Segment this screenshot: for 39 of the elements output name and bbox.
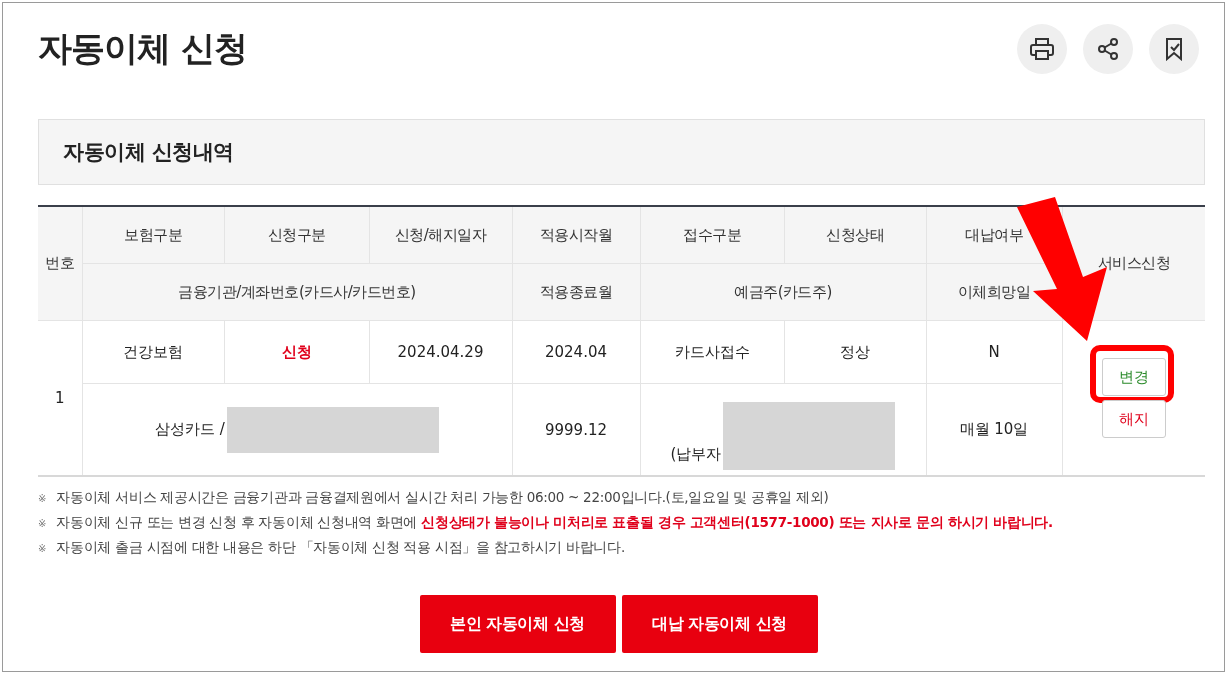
cell-text: 매월 10일 (959, 420, 1029, 439)
cell-text: 삼성카드 / (155, 420, 225, 439)
share-button[interactable] (1083, 24, 1133, 74)
print-button[interactable] (1017, 24, 1067, 74)
change-button[interactable]: 변경 (1101, 358, 1166, 396)
column-header: 금융기관/계좌번호(카드사/카드번호) (82, 263, 512, 321)
table-cell: 2024.04.29 (369, 320, 512, 384)
table-cell: 정상 (784, 320, 926, 384)
column-header: 적용종료월 (512, 263, 640, 321)
apply-button[interactable]: 본인 자동이체 신청 (419, 595, 616, 653)
note-mark: ※ (38, 542, 47, 554)
column-header: 신청구분 (224, 206, 369, 264)
column-header: 신청/해지일자 (369, 206, 512, 264)
table-cell: N (926, 320, 1062, 384)
bookmark-button[interactable] (1149, 24, 1199, 74)
cell-text: 9999.12 (545, 420, 607, 439)
note-mark: ※ (38, 492, 47, 504)
share-icon (1096, 37, 1120, 61)
column-header: 신청상태 (784, 206, 926, 264)
note-text: 자동이체 신규 또는 변경 신청 후 자동이체 신청내역 화면에 신청상태가 불능이나 미처리로 표출될 경우 고객센터(1577-1000) 또는 지사로 문의 하시기 바랍니다. (56, 514, 1053, 532)
table-cell: 2024.04 (512, 320, 640, 384)
note-text: 자동이체 서비스 제공시간은 금융기관과 금융결제원에서 실시간 처리 가능한 06:00 ~ 22:00입니다.(토,일요일 및 공휴일 제외) (56, 489, 829, 507)
column-header: 적용시작월 (512, 206, 640, 264)
cancel-button[interactable]: 해지 (1101, 400, 1166, 438)
column-header: 예금주(카드주) (640, 263, 926, 321)
print-icon (1029, 37, 1055, 61)
note-text: 자동이체 출금 시점에 대한 내용은 하단 「자동이체 신청 적용 시점」을 참고하시기 바랍니다. (56, 539, 625, 557)
section-title: 자동이체 신청내역 (63, 139, 234, 166)
apply-button[interactable]: 대납 자동이체 신청 (621, 595, 818, 653)
table-cell: 신청 (224, 320, 369, 384)
table-cell: 건강보험 (82, 320, 224, 384)
page-title: 자동이체 신청 (38, 27, 247, 70)
bookmark-icon (1163, 37, 1185, 61)
note-mark: ※ (38, 517, 47, 529)
column-header: 접수구분 (640, 206, 784, 264)
column-header: 번호 (38, 206, 82, 321)
cell-text: (납부자 (670, 444, 722, 464)
table-cell: 카드사접수 (640, 320, 784, 384)
column-header: 보험구분 (82, 206, 224, 264)
